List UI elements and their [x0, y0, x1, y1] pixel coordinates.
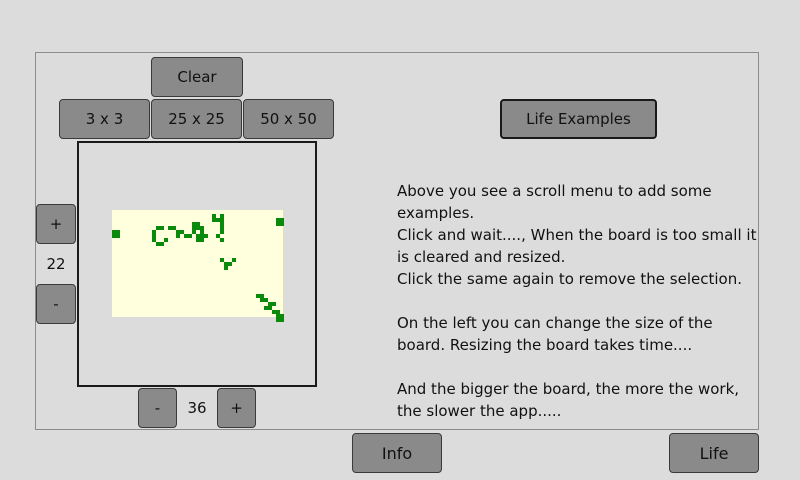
board-field[interactable] — [112, 210, 284, 322]
size-25x25-button[interactable]: 25 x 25 — [151, 99, 242, 139]
description-line: Click and wait...., When the board is to… — [397, 226, 757, 266]
live-cell — [160, 242, 164, 246]
cols-count: 36 — [187, 399, 207, 417]
life-button[interactable]: Life — [669, 433, 759, 473]
live-cell — [160, 226, 164, 230]
live-cell — [212, 218, 216, 222]
description-line: On the left you can change the size of t… — [397, 314, 713, 354]
description-line: Click the same again to remove the selec… — [397, 270, 742, 288]
rows-decrease-button[interactable]: - — [36, 284, 76, 324]
cols-increase-button[interactable]: + — [217, 388, 256, 428]
live-cell — [224, 266, 228, 270]
live-cell — [116, 234, 120, 238]
size-3x3-button[interactable]: 3 x 3 — [59, 99, 150, 139]
live-cell — [220, 230, 224, 234]
live-cell — [176, 234, 180, 238]
live-cell — [188, 234, 192, 238]
cols-decrease-button[interactable]: - — [138, 388, 177, 428]
live-cell — [232, 258, 236, 262]
rows-count: 22 — [46, 255, 66, 273]
description-line: Above you see a scroll menu to add some … — [397, 182, 712, 222]
live-cell — [280, 222, 284, 226]
life-examples-button[interactable]: Life Examples — [500, 99, 657, 139]
size-50x50-button[interactable]: 50 x 50 — [243, 99, 334, 139]
live-cell — [200, 238, 204, 242]
rows-increase-button[interactable]: + — [36, 204, 76, 244]
description-text: Above you see a scroll menu to add some … — [397, 180, 762, 422]
live-cell — [272, 302, 276, 306]
clear-button[interactable]: Clear — [151, 57, 243, 97]
app-window: Clear 3 x 3 25 x 25 50 x 50 Life Example… — [0, 0, 800, 480]
live-cell — [228, 262, 232, 266]
live-cell — [204, 234, 208, 238]
live-cell — [220, 238, 224, 242]
live-cell — [164, 238, 168, 242]
live-cell — [280, 318, 284, 322]
description-line: And the bigger the board, the more the w… — [397, 380, 740, 420]
info-button[interactable]: Info — [352, 433, 442, 473]
